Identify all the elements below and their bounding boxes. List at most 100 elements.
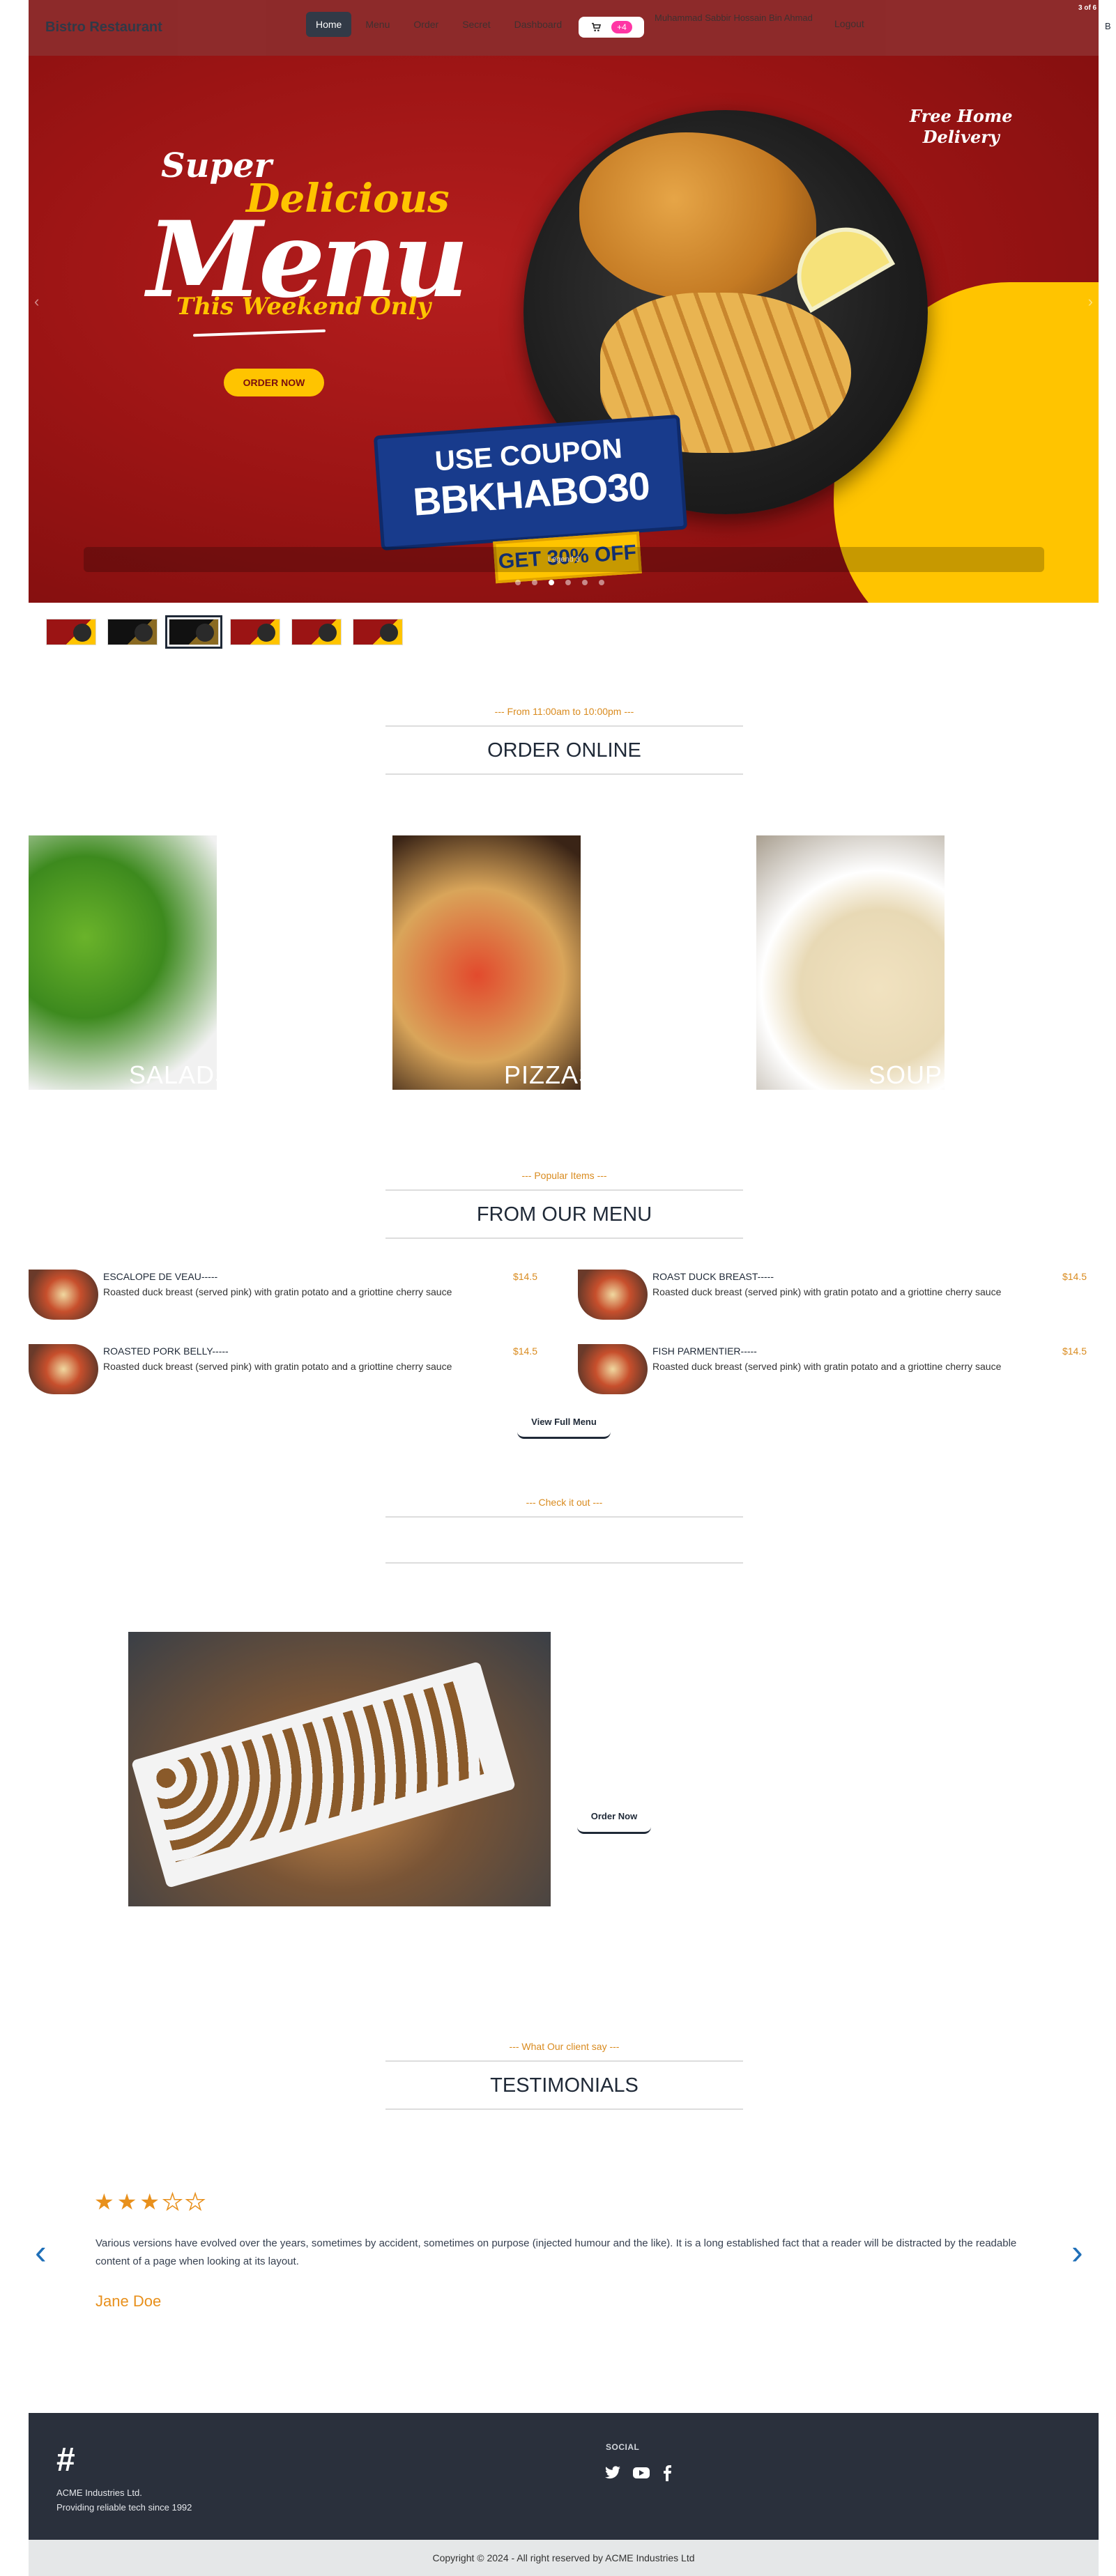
brand-logo[interactable]: Bistro Restaurant bbox=[45, 20, 162, 36]
section-title: FROM OUR MENU bbox=[385, 1189, 743, 1239]
order-online-heading: --- From 11:00am to 10:00pm --- ORDER ON… bbox=[385, 706, 743, 775]
nav-dashboard[interactable]: Dashboard bbox=[505, 12, 572, 37]
slide-dot[interactable] bbox=[515, 580, 521, 585]
category-label: SALADS bbox=[128, 1061, 217, 1089]
thumbnail[interactable] bbox=[230, 619, 280, 645]
nav-menu[interactable]: Menu bbox=[356, 12, 399, 37]
twitter-icon[interactable] bbox=[604, 2465, 621, 2481]
menu-item-price: $14.5 bbox=[512, 1271, 537, 1282]
category-soups[interactable]: SOUPS bbox=[756, 835, 945, 1090]
slide-dot[interactable] bbox=[565, 580, 571, 585]
testimonial-author: Jane Doe bbox=[95, 2292, 162, 2310]
section-title bbox=[385, 1516, 743, 1564]
side-tab[interactable]: B bbox=[1099, 13, 1116, 42]
thumbnail[interactable] bbox=[353, 619, 403, 645]
menu-item-desc: Roasted duck breast (served pink) with g… bbox=[652, 1361, 1002, 1372]
slide-dots bbox=[515, 580, 604, 585]
thumbnail[interactable] bbox=[46, 619, 96, 645]
menu-item[interactable]: FISH PARMENTIER----- Roasted duck breast… bbox=[578, 1344, 1094, 1394]
pizza-image bbox=[392, 835, 581, 1090]
star-empty-icon: ★ bbox=[185, 2189, 206, 2215]
nav-order[interactable]: Order bbox=[404, 12, 448, 37]
hero-weekend-text: This Weekend Only bbox=[176, 293, 431, 321]
testimonial-next-icon[interactable]: › bbox=[1071, 2232, 1083, 2272]
youtube-icon[interactable] bbox=[632, 2465, 650, 2481]
menu-item[interactable]: ROAST DUCK BREAST----- Roasted duck brea… bbox=[578, 1270, 1094, 1320]
star-filled-icon: ★ bbox=[116, 2189, 137, 2214]
menu-item-name: FISH PARMENTIER----- bbox=[652, 1345, 757, 1357]
free-delivery-line2: Delivery bbox=[922, 127, 1000, 147]
nav-secret[interactable]: Secret bbox=[452, 12, 500, 37]
logout-button[interactable]: Logout bbox=[834, 18, 864, 29]
nav-home[interactable]: Home bbox=[306, 12, 352, 37]
category-pizzas[interactable]: PIZZAS bbox=[392, 835, 581, 1090]
menu-item-image bbox=[578, 1270, 648, 1320]
hero-underline bbox=[192, 329, 326, 337]
slide-dot-active[interactable] bbox=[549, 580, 554, 585]
star-filled-icon: ★ bbox=[139, 2189, 160, 2214]
footer: # ACME Industries Ltd. Providing reliabl… bbox=[29, 2413, 1099, 2540]
menu-item-price: $14.5 bbox=[1062, 1345, 1087, 1357]
menu-item-price: $14.5 bbox=[1062, 1271, 1087, 1282]
thumbnail-selected[interactable] bbox=[165, 615, 222, 649]
order-now-button[interactable]: Order Now bbox=[577, 1803, 651, 1834]
navbar: Bistro Restaurant Home Menu Order Secret… bbox=[29, 0, 1099, 56]
nav-links: Home Menu Order Secret Dashboard bbox=[306, 12, 572, 37]
coupon-banner: USE COUPON BBKHABO30 bbox=[373, 414, 688, 551]
star-filled-icon: ★ bbox=[94, 2189, 114, 2214]
section-title: TESTIMONIALS bbox=[385, 2060, 743, 2110]
hero-order-now-button[interactable]: ORDER NOW bbox=[224, 369, 324, 396]
section-subtitle: --- Popular Items --- bbox=[521, 1170, 607, 1181]
menu-item-name: ROASTED PORK BELLY----- bbox=[103, 1345, 229, 1357]
testimonial-prev-icon[interactable]: ‹ bbox=[35, 2232, 47, 2272]
cart-count-badge: +4 bbox=[611, 21, 632, 33]
slide-counter: 3 of 6 bbox=[1078, 4, 1097, 12]
carousel-thumbnails bbox=[46, 615, 403, 649]
free-delivery-text: Free Home Delivery bbox=[910, 106, 1013, 148]
social-links bbox=[604, 2465, 673, 2481]
featured-image bbox=[128, 1632, 551, 1906]
soup-image bbox=[756, 835, 945, 1090]
check-it-out-heading: --- Check it out --- bbox=[385, 1497, 743, 1564]
slide-legend: Legend 3 bbox=[84, 547, 1044, 572]
from-menu-heading: --- Popular Items --- FROM OUR MENU bbox=[385, 1170, 743, 1239]
company-info: ACME Industries Ltd. Providing reliable … bbox=[56, 2486, 192, 2515]
menu-item-image bbox=[29, 1270, 98, 1320]
slide-dot[interactable] bbox=[599, 580, 604, 585]
category-salads[interactable]: SALADS bbox=[29, 835, 217, 1090]
company-tagline: Providing reliable tech since 1992 bbox=[56, 2501, 192, 2513]
thumbnail[interactable] bbox=[291, 619, 342, 645]
user-name: Muhammad Sabbir Hossain Bin Ahmad bbox=[655, 13, 813, 23]
slide-dot[interactable] bbox=[532, 580, 537, 585]
copyright: Copyright © 2024 - All right reserved by… bbox=[29, 2540, 1099, 2576]
rating-stars: ★ ★ ★ ★ ★ bbox=[94, 2189, 206, 2215]
menu-item-name: ROAST DUCK BREAST----- bbox=[652, 1271, 774, 1282]
view-full-menu-button[interactable]: View Full Menu bbox=[517, 1410, 611, 1439]
hero-carousel: Super Delicious Menu This Weekend Only O… bbox=[29, 56, 1099, 603]
menu-item[interactable]: ESCALOPE DE VEAU----- Roasted duck breas… bbox=[29, 1270, 544, 1320]
menu-item-desc: Roasted duck breast (served pink) with g… bbox=[103, 1286, 452, 1297]
facebook-icon[interactable] bbox=[662, 2465, 673, 2481]
menu-item-image bbox=[29, 1344, 98, 1394]
company-name: ACME Industries Ltd. bbox=[56, 2488, 142, 2498]
section-subtitle: --- From 11:00am to 10:00pm --- bbox=[494, 706, 634, 717]
star-empty-icon: ★ bbox=[162, 2189, 183, 2215]
salad-image bbox=[29, 835, 217, 1090]
cart-icon bbox=[592, 22, 602, 31]
section-subtitle: --- Check it out --- bbox=[526, 1497, 603, 1508]
carousel-prev-icon[interactable]: ‹ bbox=[34, 293, 39, 311]
menu-item-image bbox=[578, 1344, 648, 1394]
slide-dot[interactable] bbox=[582, 580, 588, 585]
menu-item-name: ESCALOPE DE VEAU----- bbox=[103, 1271, 218, 1282]
company-logo-icon: # bbox=[56, 2442, 75, 2478]
category-label: PIZZAS bbox=[503, 1061, 581, 1089]
testimonials-heading: --- What Our client say --- TESTIMONIALS bbox=[385, 2041, 743, 2110]
menu-item[interactable]: ROASTED PORK BELLY----- Roasted duck bre… bbox=[29, 1344, 544, 1394]
social-title: SOCIAL bbox=[606, 2442, 640, 2452]
carousel-next-icon[interactable]: › bbox=[1088, 293, 1093, 311]
section-subtitle: --- What Our client say --- bbox=[509, 2041, 620, 2052]
testimonial-quote: Various versions have evolved over the y… bbox=[95, 2237, 1017, 2267]
thumbnail[interactable] bbox=[107, 619, 158, 645]
cart-button[interactable]: +4 bbox=[579, 17, 644, 38]
category-label: SOUPS bbox=[868, 1061, 945, 1089]
